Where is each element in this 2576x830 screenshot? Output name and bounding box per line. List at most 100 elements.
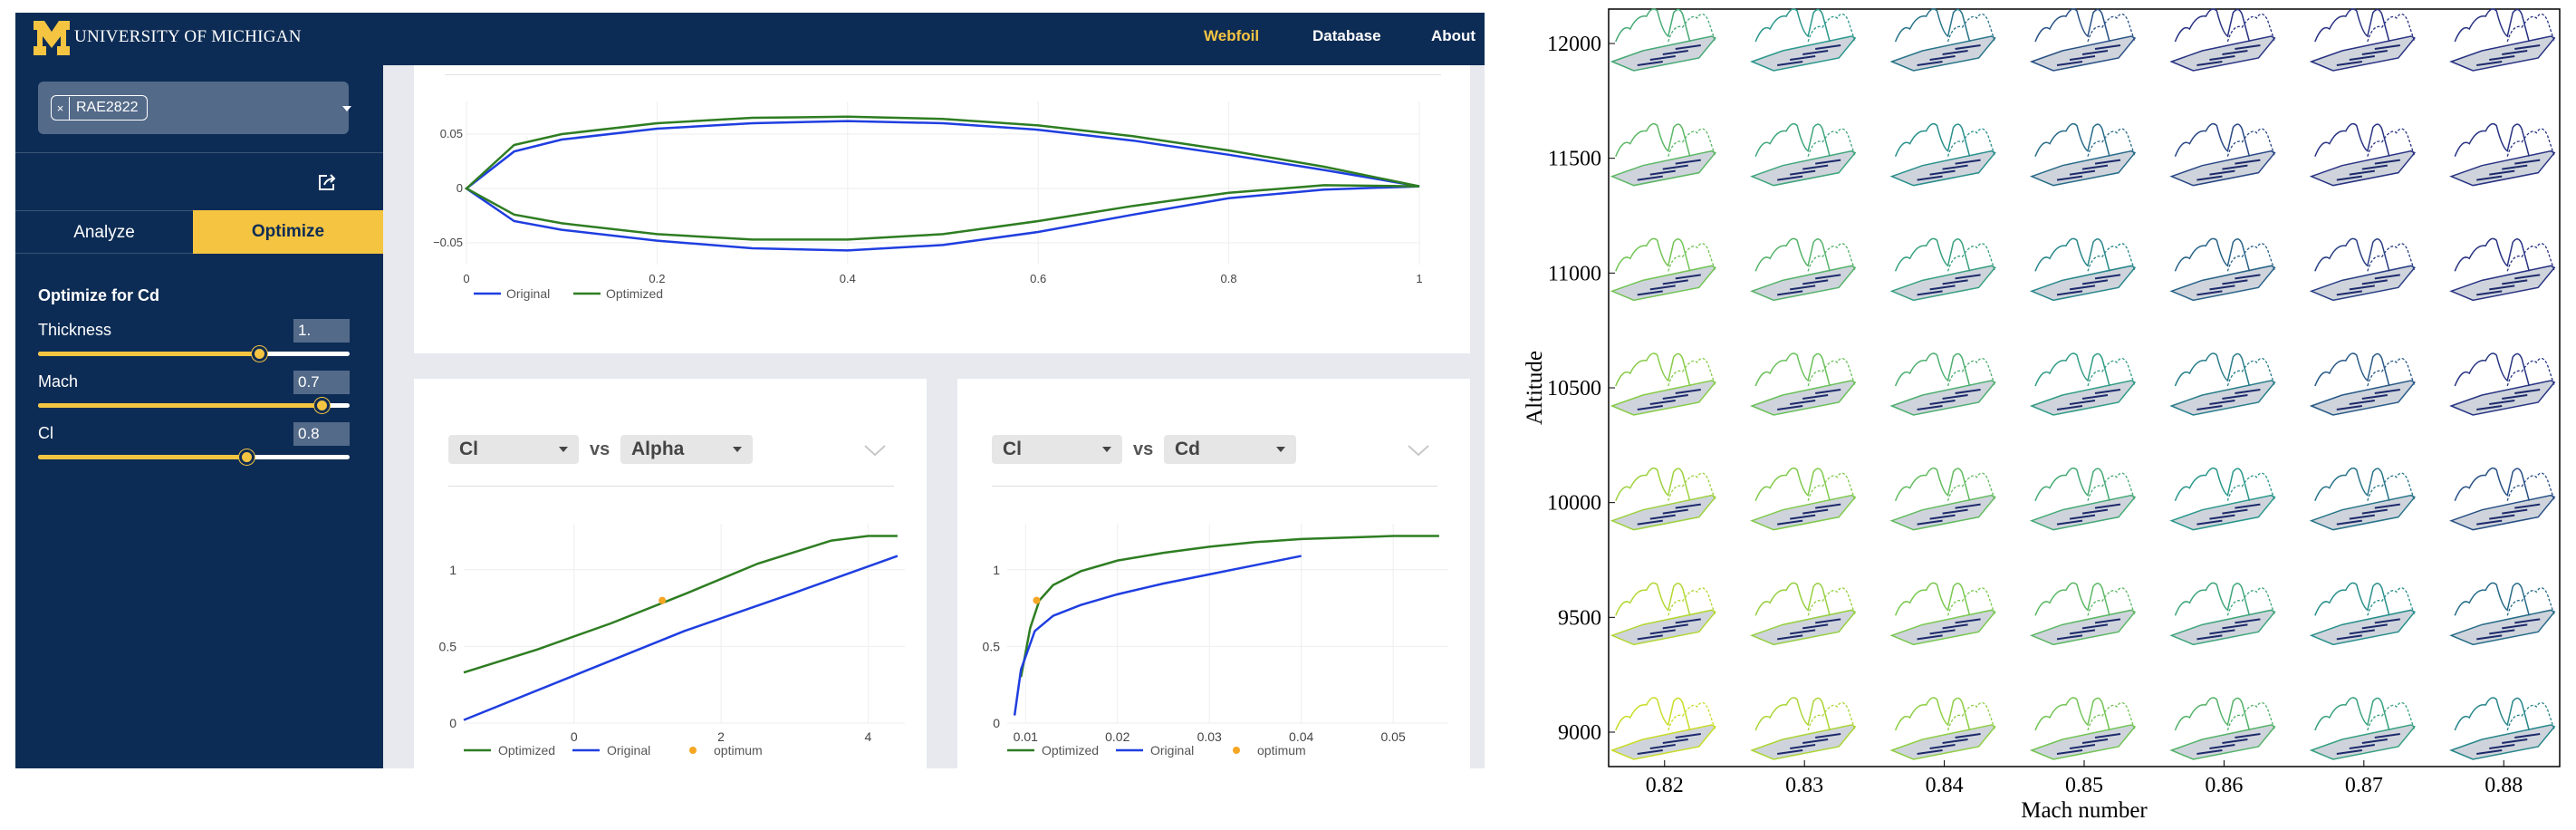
legend-label: optimum bbox=[714, 743, 763, 758]
legend-label: optimum bbox=[1257, 743, 1306, 758]
tab-optimize[interactable]: Optimize bbox=[193, 210, 383, 254]
y-tick-label: 11000 bbox=[1548, 262, 1601, 285]
y-tick-label: 0 bbox=[449, 716, 457, 730]
optimize-title: Optimize for Cd bbox=[38, 286, 159, 304]
y-tick-label: 0.05 bbox=[440, 127, 463, 140]
y-tick-label: 0.5 bbox=[983, 639, 1001, 653]
webfoil-app: UNIVERSITY OF MICHIGAN Webfoil Database … bbox=[15, 13, 1485, 768]
top-navbar: UNIVERSITY OF MICHIGAN Webfoil Database … bbox=[15, 13, 1485, 65]
legend-label: Optimized bbox=[1042, 743, 1099, 758]
legend-label: Original bbox=[506, 286, 550, 301]
x-axis-select-value: Cd bbox=[1175, 439, 1200, 459]
chevron-down-icon[interactable] bbox=[863, 444, 887, 457]
caret-down-icon bbox=[1276, 447, 1285, 452]
nav-about[interactable]: About bbox=[1431, 27, 1475, 45]
nav-webfoil[interactable]: Webfoil bbox=[1204, 27, 1259, 45]
mach-slider[interactable] bbox=[38, 398, 350, 413]
y-tick-label: −0.05 bbox=[433, 236, 463, 249]
y-tick-label: 0 bbox=[993, 716, 1000, 730]
y-axis-select-value: Cl bbox=[1003, 439, 1022, 459]
cl-cd-card: Cl vs Cd 0.01 0.02 0.03 0.04 0.05 1 0.5 0 Optimi… bbox=[957, 379, 1470, 768]
x-tick-label: 0.83 bbox=[1785, 774, 1823, 797]
caret-down-icon bbox=[733, 447, 742, 452]
series-original-line bbox=[463, 555, 899, 721]
series-original-line bbox=[1013, 555, 1302, 716]
optimum-point bbox=[658, 596, 667, 604]
y-tick-label: 11500 bbox=[1548, 148, 1601, 171]
y-tick-label: 0 bbox=[457, 181, 463, 195]
nav-database[interactable]: Database bbox=[1312, 27, 1381, 45]
y-tick-label: 1 bbox=[993, 563, 1000, 577]
share-icon[interactable] bbox=[317, 174, 337, 192]
series-optimized-line bbox=[463, 535, 898, 674]
x-tick-label: 0.82 bbox=[1646, 774, 1684, 797]
x-tick-label: 0.4 bbox=[840, 272, 856, 285]
divider bbox=[15, 152, 383, 153]
vs-label: vs bbox=[590, 439, 610, 459]
legend-label: Original bbox=[1150, 743, 1194, 758]
vs-label: vs bbox=[1133, 439, 1154, 459]
x-tick-label: 0.85 bbox=[2065, 774, 2103, 797]
x-axis-select[interactable]: Cd bbox=[1164, 435, 1296, 464]
x-tick-label: 0.84 bbox=[1926, 774, 1964, 797]
sidebar: × RAE2822 Analyze Optimize Optimize for … bbox=[15, 65, 383, 768]
legend-swatch bbox=[689, 747, 697, 754]
airfoil-chip-label: RAE2822 bbox=[76, 100, 139, 115]
thickness-label: Thickness bbox=[38, 321, 112, 339]
y-tick-label: 1 bbox=[449, 563, 457, 577]
cl-input[interactable]: 0.8 bbox=[293, 422, 350, 446]
x-axis-select[interactable]: Alpha bbox=[620, 435, 753, 464]
x-tick-label: 4 bbox=[865, 729, 872, 744]
x-tick-label: 0.04 bbox=[1289, 729, 1313, 744]
y-tick-label: 10000 bbox=[1547, 492, 1601, 516]
cl-alpha-plot[interactable]: 0 2 4 1 0.5 0 Optimized Original optimum bbox=[414, 497, 927, 768]
mach-input[interactable]: 0.7 bbox=[293, 371, 350, 394]
airfoil-plot[interactable]: 0 0.2 0.4 0.6 0.8 1 0.05 0 −0.05 Original Optimize… bbox=[414, 65, 1470, 337]
close-icon[interactable]: × bbox=[52, 96, 70, 120]
cl-slider-handle[interactable] bbox=[239, 449, 255, 465]
mach-altitude-figure: 0.82 0.83 0.84 0.85 0.86 0.87 0.88 12000 11500 11… bbox=[1523, 8, 2561, 823]
x-tick-label: 0.88 bbox=[2485, 774, 2523, 797]
x-tick-label: 0.05 bbox=[1381, 729, 1406, 744]
x-tick-label: 0.87 bbox=[2345, 774, 2383, 797]
thickness-input[interactable]: 1. bbox=[293, 319, 350, 343]
legend-label: Optimized bbox=[606, 286, 663, 301]
airfoil-select[interactable]: × RAE2822 bbox=[38, 82, 351, 134]
y-axis-select[interactable]: Cl bbox=[448, 435, 579, 464]
x-tick-label: 0.03 bbox=[1197, 729, 1222, 744]
y-tick-label: 0.5 bbox=[439, 639, 457, 653]
x-tick-label: 0 bbox=[463, 272, 469, 285]
legend-swatch bbox=[1233, 747, 1240, 754]
legend-label: Original bbox=[607, 743, 650, 758]
airfoil-series-original bbox=[464, 120, 1420, 252]
y-tick-label: 9000 bbox=[1558, 721, 1601, 745]
chevron-down-icon[interactable] bbox=[1407, 444, 1430, 457]
x-tick-label: 0.6 bbox=[1030, 272, 1046, 285]
mach-slider-handle[interactable] bbox=[314, 398, 331, 413]
tab-analyze[interactable]: Analyze bbox=[15, 210, 193, 254]
y-axis-select-value: Cl bbox=[459, 439, 478, 459]
block-m-logo[interactable] bbox=[34, 21, 70, 55]
cl-alpha-card: Cl vs Alpha 0 2 4 1 0.5 0 Optimized Original opt… bbox=[414, 379, 927, 768]
main-area: 0 0.2 0.4 0.6 0.8 1 0.05 0 −0.05 Original Optimize… bbox=[383, 65, 1485, 768]
y-tick-label: 9500 bbox=[1558, 606, 1601, 630]
optimum-point bbox=[1033, 596, 1041, 604]
caret-down-icon[interactable] bbox=[342, 106, 351, 111]
thickness-slider-handle[interactable] bbox=[252, 346, 268, 362]
y-tick-label: 10500 bbox=[1547, 377, 1601, 401]
cl-slider[interactable] bbox=[38, 449, 350, 465]
x-tick-label: 0.01 bbox=[1014, 729, 1038, 744]
y-tick-label: 12000 bbox=[1547, 33, 1601, 56]
x-tick-label: 0.2 bbox=[649, 272, 665, 285]
plot-frame bbox=[1608, 8, 2561, 767]
series-optimized-line bbox=[1019, 535, 1439, 678]
x-tick-label: 2 bbox=[717, 729, 725, 744]
y-axis-select[interactable]: Cl bbox=[992, 435, 1122, 464]
caret-down-icon bbox=[1102, 447, 1111, 452]
legend-label: Optimized bbox=[498, 743, 555, 758]
airfoil-card: 0 0.2 0.4 0.6 0.8 1 0.05 0 −0.05 Original Optimize… bbox=[414, 65, 1470, 353]
cl-cd-plot[interactable]: 0.01 0.02 0.03 0.04 0.05 1 0.5 0 Optimized Origin… bbox=[957, 497, 1470, 768]
caret-down-icon bbox=[559, 447, 568, 452]
thickness-slider[interactable] bbox=[38, 346, 350, 362]
x-tick-label: 0.02 bbox=[1105, 729, 1129, 744]
